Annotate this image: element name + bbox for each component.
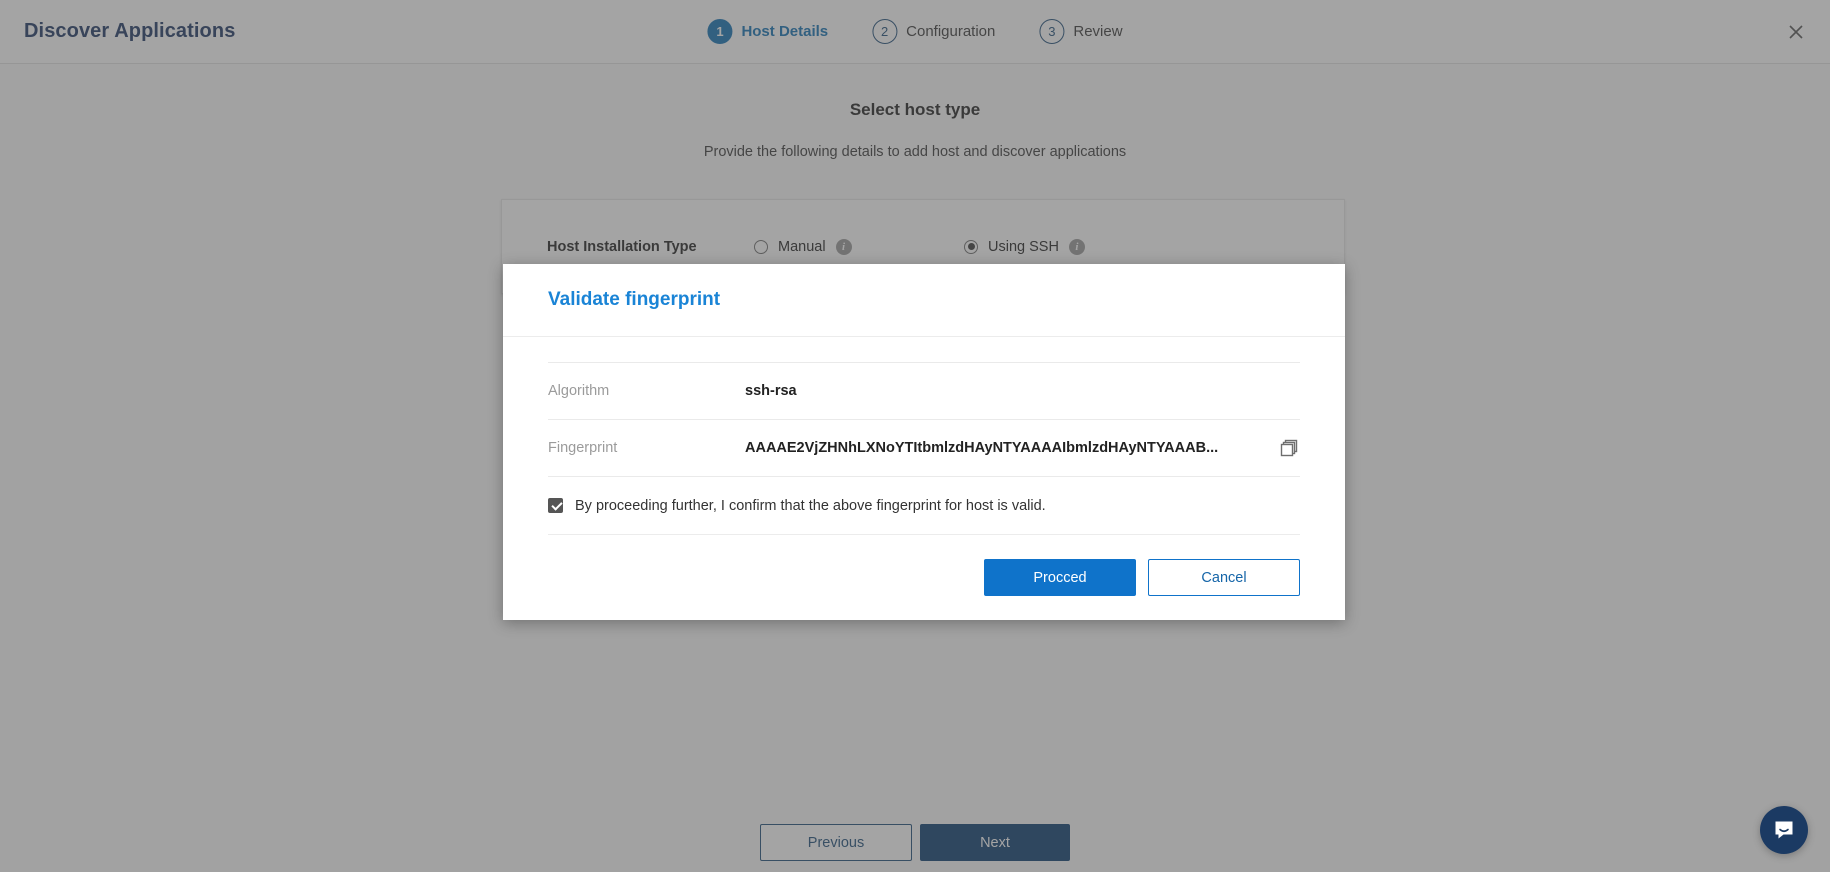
algorithm-label: Algorithm bbox=[548, 383, 610, 399]
fingerprint-row: Fingerprint AAAAE2VjZHNhLXNoYTItbmlzdHAy… bbox=[548, 419, 1300, 476]
fingerprint-value: AAAAE2VjZHNhLXNoYTItbmlzdHAyNTYAAAAIbmlz… bbox=[745, 440, 1219, 456]
confirm-fingerprint-row: By proceeding further, I confirm that th… bbox=[548, 476, 1300, 534]
app-root: Discover Applications 1 Host Details 2 C… bbox=[0, 0, 1830, 872]
dialog-header: Validate fingerprint bbox=[503, 264, 1345, 337]
dialog-title: Validate fingerprint bbox=[548, 289, 721, 310]
chat-bubble-icon[interactable] bbox=[1760, 806, 1808, 854]
fingerprint-label: Fingerprint bbox=[548, 440, 618, 456]
validate-fingerprint-dialog: Validate fingerprint Algorithm ssh-rsa F… bbox=[503, 264, 1345, 620]
dialog-footer: Procced Cancel bbox=[548, 534, 1300, 620]
cancel-button[interactable]: Cancel bbox=[1148, 559, 1300, 596]
algorithm-value: ssh-rsa bbox=[745, 383, 797, 399]
confirm-fingerprint-label: By proceeding further, I confirm that th… bbox=[575, 497, 1046, 514]
copy-icon[interactable] bbox=[1278, 437, 1300, 459]
dialog-body: Algorithm ssh-rsa Fingerprint AAAAE2VjZH… bbox=[503, 337, 1345, 534]
proceed-button[interactable]: Procced bbox=[984, 559, 1136, 596]
confirm-fingerprint-checkbox[interactable] bbox=[548, 498, 563, 513]
algorithm-row: Algorithm ssh-rsa bbox=[548, 362, 1300, 419]
